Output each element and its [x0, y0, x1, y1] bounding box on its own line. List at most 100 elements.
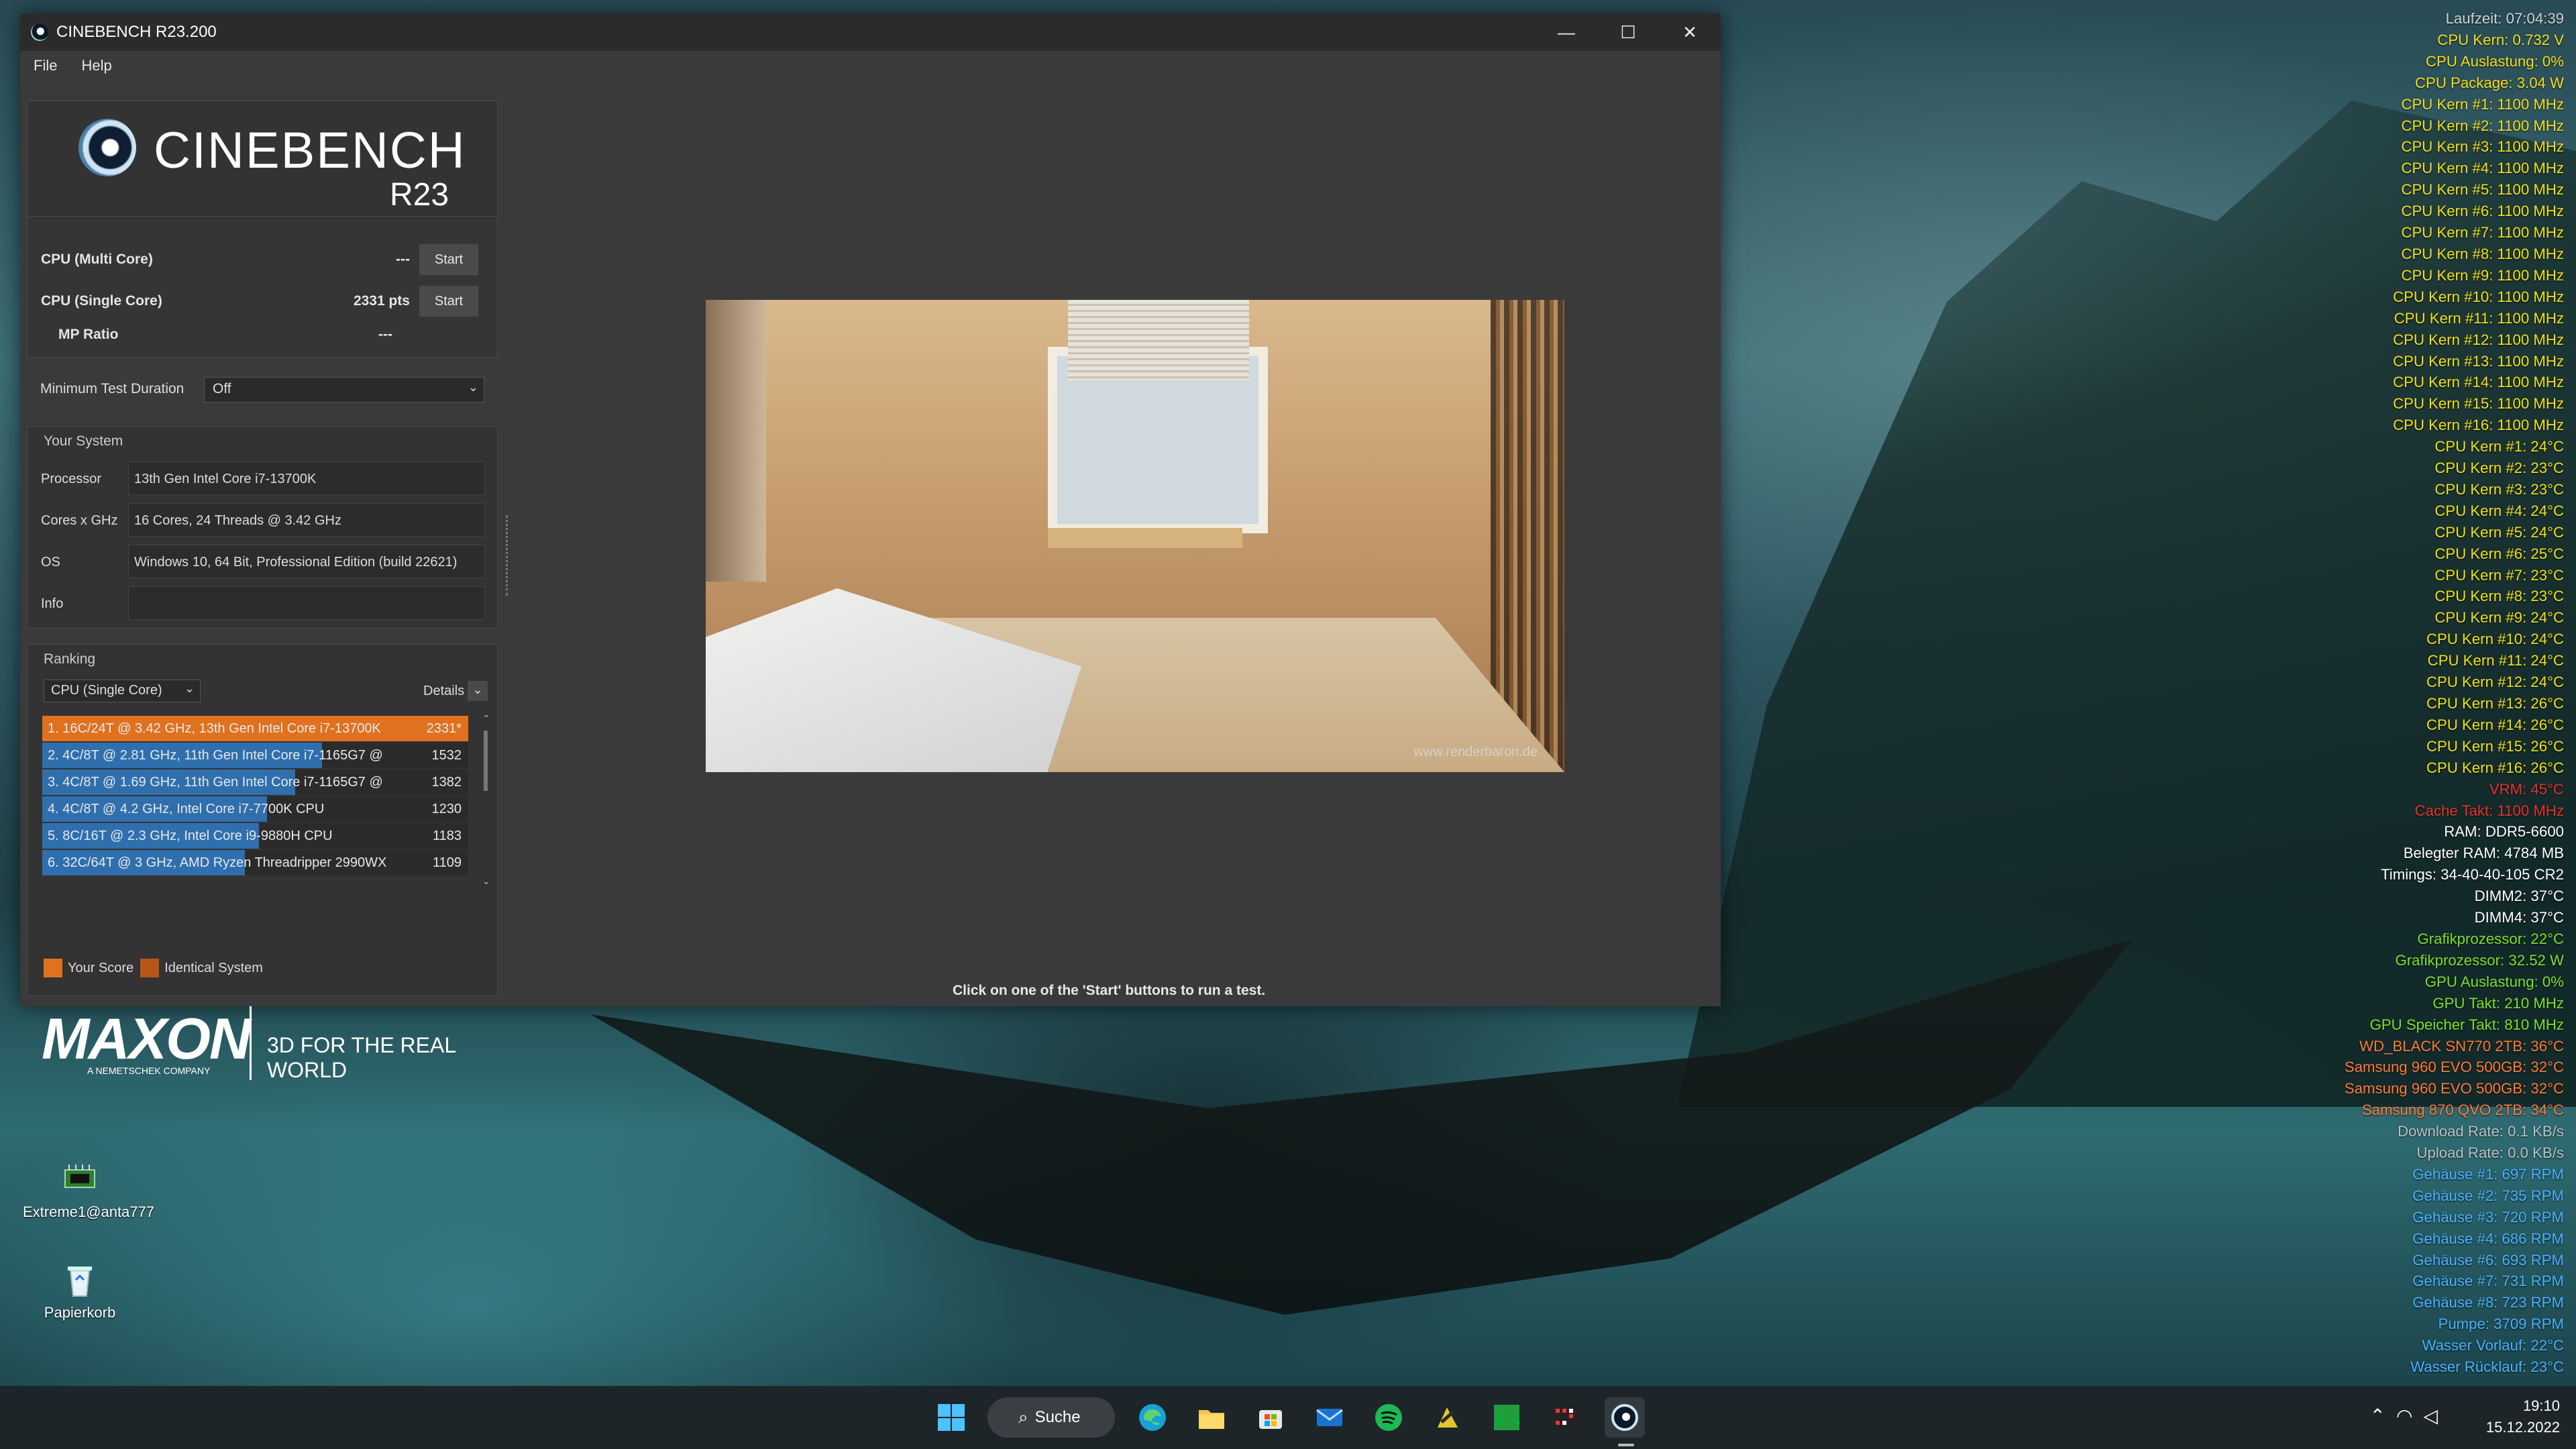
bench-row-single: CPU (Single Core) 2331 pts Start — [41, 284, 484, 317]
app-icon[interactable] — [1428, 1397, 1468, 1438]
sensor-line: Samsung 960 EVO 500GB: 32°C — [2344, 1059, 2564, 1076]
desktop-icon-label: Papierkorb — [44, 1304, 116, 1321]
details-toggle-button[interactable]: ⌄ — [468, 681, 488, 701]
chevron-down-icon: ⌄ — [468, 380, 478, 394]
ranking-row[interactable]: 5. 8C/16T @ 2.3 GHz, Intel Core i9-9880H… — [42, 823, 468, 849]
sensor-line: CPU Kern #9: 24°C — [2434, 609, 2564, 627]
taskbar-search[interactable]: ⌕ Suche — [987, 1397, 1115, 1438]
sensor-line: CPU Kern #4: 24°C — [2434, 502, 2564, 519]
panel-splitter[interactable] — [506, 515, 511, 596]
cinebench-logo-icon — [78, 119, 136, 176]
processor-field[interactable]: 13th Gen Intel Core i7-13700K — [128, 462, 485, 495]
sensor-line: CPU Kern #1: 24°C — [2434, 438, 2564, 455]
menu-file[interactable]: File — [34, 57, 57, 74]
cinebench-window: CINEBENCH R23.200 — ☐ ✕ File Help CINEBE… — [20, 13, 1721, 1082]
sensor-line: Download Rate: 0.1 KB/s — [2398, 1123, 2564, 1140]
ranking-row[interactable]: 1. 16C/24T @ 3.42 GHz, 13th Gen Intel Co… — [42, 716, 468, 741]
os-field[interactable]: Windows 10, 64 Bit, Professional Edition… — [128, 545, 485, 578]
sensor-line: CPU Kern #12: 1100 MHz — [2393, 331, 2564, 348]
bench-value: 2331 pts — [353, 293, 410, 309]
search-label: Suche — [1034, 1408, 1081, 1426]
sensor-line: CPU Auslastung: 0% — [2426, 52, 2564, 70]
bench-value: --- — [396, 252, 410, 267]
close-button[interactable]: ✕ — [1659, 13, 1721, 51]
sensor-line: CPU Kern #10: 1100 MHz — [2393, 288, 2564, 305]
ranking-scrollbar[interactable]: ⌃ ⌄ — [482, 713, 490, 887]
system-label: Info — [41, 596, 64, 611]
maximize-button[interactable]: ☐ — [1597, 13, 1659, 51]
desktop-icon-extreme[interactable]: Extreme1@anta777 — [23, 1161, 154, 1221]
cinebench-icon[interactable] — [1605, 1397, 1645, 1438]
minimize-button[interactable]: — — [1536, 13, 1597, 51]
details-label[interactable]: Details — [423, 684, 464, 699]
sensor-line: VRM: 45°C — [2489, 780, 2564, 798]
your-system-panel: Your System Processor 13th Gen Intel Cor… — [27, 426, 498, 629]
field-value: 13th Gen Intel Core i7-13700K — [134, 472, 317, 486]
select-value: Off — [213, 381, 231, 396]
cinebench-logo: CINEBENCH R23 — [27, 101, 498, 217]
window-title: CINEBENCH R23.200 — [56, 23, 217, 41]
app-icon[interactable] — [1546, 1397, 1586, 1438]
scroll-up-icon[interactable]: ⌃ — [482, 713, 490, 724]
ranking-row[interactable]: 2. 4C/8T @ 2.81 GHz, 11th Gen Intel Core… — [42, 743, 468, 768]
sensor-line: CPU Kern #7: 1100 MHz — [2401, 224, 2564, 241]
menu-help[interactable]: Help — [81, 57, 111, 74]
your-score-swatch — [44, 959, 62, 977]
active-app-indicator — [1618, 1444, 1634, 1446]
ranking-row[interactable]: 6. 32C/64T @ 3 GHz, AMD Ryzen Threadripp… — [42, 850, 468, 875]
wifi-icon[interactable]: ◠ — [2396, 1405, 2423, 1426]
render-left-window — [706, 300, 766, 582]
legend-your-score: Your Score — [68, 960, 134, 975]
sensor-line: CPU Kern #15: 26°C — [2426, 737, 2564, 755]
sensor-line: Laufzeit: 07:04:39 — [2445, 10, 2564, 27]
render-table — [1048, 528, 1242, 548]
scroll-down-icon[interactable]: ⌄ — [482, 875, 490, 887]
benchmark-panel: CPU (Multi Core) --- Start CPU (Single C… — [27, 216, 498, 358]
sensor-line: CPU Kern #13: 26°C — [2426, 695, 2564, 712]
sensor-line: Gehäuse #1: 697 RPM — [2412, 1165, 2564, 1183]
sensor-line: Gehäuse #3: 720 RPM — [2412, 1208, 2564, 1226]
title-bar[interactable]: CINEBENCH R23.200 — ☐ ✕ — [20, 13, 1721, 51]
ranking-row-label: 6. 32C/64T @ 3 GHz, AMD Ryzen Threadripp… — [48, 855, 387, 870]
speaker-icon[interactable]: ◁ — [2423, 1405, 2449, 1426]
menu-bar: File Help — [20, 51, 1721, 80]
cinebench-app-icon — [31, 23, 48, 41]
ranking-row-score: 1183 — [432, 828, 462, 843]
sensor-line: CPU Kern #8: 23°C — [2434, 588, 2564, 605]
sensor-line: CPU Kern #6: 1100 MHz — [2401, 203, 2564, 220]
windows-start-icon[interactable] — [931, 1397, 971, 1438]
bench-label: CPU (Single Core) — [41, 293, 162, 309]
minimum-test-duration: Minimum Test Duration Off ⌄ — [40, 376, 496, 402]
app-icon[interactable]: 2-1 — [1487, 1397, 1527, 1438]
start-single-core-button[interactable]: Start — [419, 286, 478, 317]
field-value: Windows 10, 64 Bit, Professional Edition… — [134, 555, 458, 570]
mail-icon[interactable] — [1309, 1397, 1350, 1438]
spotify-icon[interactable] — [1368, 1397, 1409, 1438]
clock-date: 15.12.2022 — [2485, 1419, 2560, 1436]
ranking-mode-select[interactable]: CPU (Single Core) ⌄ — [44, 680, 201, 702]
sensor-line: CPU Kern #5: 1100 MHz — [2401, 181, 2564, 199]
ranking-row[interactable]: 3. 4C/8T @ 1.69 GHz, 11th Gen Intel Core… — [42, 769, 468, 795]
system-tray[interactable]: ⌃◠◁ — [2370, 1405, 2449, 1427]
sensor-line: Gehäuse #2: 735 RPM — [2412, 1187, 2564, 1204]
cores-field[interactable]: 16 Cores, 24 Threads @ 3.42 GHz — [128, 503, 485, 537]
scrollbar-thumb[interactable] — [484, 731, 488, 791]
select-value: CPU (Single Core) — [51, 683, 162, 698]
info-field[interactable] — [128, 586, 485, 620]
sensor-line: Gehäuse #4: 686 RPM — [2412, 1230, 2564, 1247]
desktop-icon-recycle-bin[interactable]: Papierkorb — [23, 1261, 137, 1322]
min-duration-select[interactable]: Off ⌄ — [204, 377, 484, 402]
start-multi-core-button[interactable]: Start — [419, 244, 478, 275]
chevron-up-icon[interactable]: ⌃ — [2370, 1405, 2396, 1426]
min-duration-label: Minimum Test Duration — [40, 381, 184, 396]
render-preview: www.renderbaron.de — [706, 300, 1564, 772]
file-explorer-icon[interactable] — [1191, 1397, 1232, 1438]
taskbar: ⌕ Suche 2-1 ⌃◠◁ 19:10 15.12.2022 — [0, 1386, 2576, 1449]
clock[interactable]: 19:10 15.12.2022 — [2486, 1395, 2560, 1438]
sensor-line: CPU Kern #15: 1100 MHz — [2393, 395, 2564, 413]
store-icon[interactable] — [1250, 1397, 1291, 1438]
edge-icon[interactable] — [1132, 1397, 1173, 1438]
ranking-row[interactable]: 4. 4C/8T @ 4.2 GHz, Intel Core i7-7700K … — [42, 796, 468, 822]
ranking-row-label: 1. 16C/24T @ 3.42 GHz, 13th Gen Intel Co… — [48, 721, 381, 736]
chevron-down-icon: ⌄ — [472, 683, 483, 696]
